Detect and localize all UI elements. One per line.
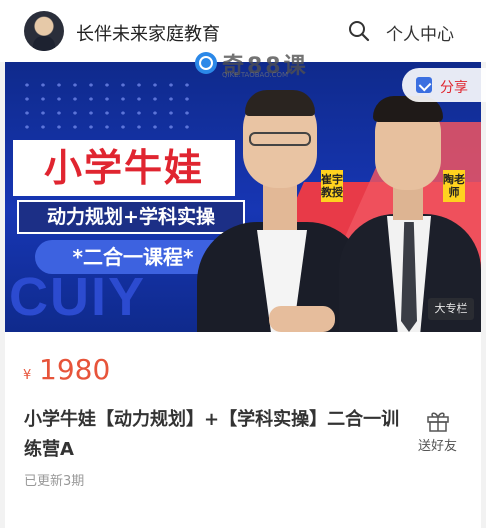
course-banner: CUIY 小学牛娃 动力规划+学科实操 *二合一课程* 崔宇教授 陶老师 <box>5 62 481 332</box>
banner-dot-pattern <box>19 78 189 138</box>
price-currency: ¥ <box>23 368 32 383</box>
banner-subtitle: 动力规划+学科实操 <box>17 200 245 234</box>
teacher-1-neck <box>263 182 297 230</box>
send-to-friend-button[interactable]: 送好友 <box>418 435 457 454</box>
banner-title: 小学牛娃 <box>13 140 235 196</box>
teacher-1-glasses <box>249 132 311 146</box>
teacher-tag-2: 陶老师 <box>443 170 465 202</box>
update-status: 已更新3期 <box>24 474 85 489</box>
share-icon[interactable] <box>416 77 432 93</box>
teacher-1-hands <box>269 306 335 332</box>
price-value: 1980 <box>39 353 111 386</box>
banner-background-text: CUIY <box>9 267 147 327</box>
product-title: 小学牛娃【动力规划】+【学科实操】二合一训练营A <box>24 409 400 460</box>
column-badge: 大专栏 <box>428 298 474 320</box>
teacher-1-hair <box>245 90 315 116</box>
shop-name[interactable]: 长伴未来家庭教育 <box>76 20 220 46</box>
shop-avatar[interactable] <box>24 11 64 51</box>
watermark-subtext: QIKE.TAOBAO.COM <box>222 71 289 79</box>
gift-icon[interactable] <box>426 410 450 432</box>
watermark-logo-icon <box>195 52 217 74</box>
search-icon[interactable] <box>348 20 370 42</box>
share-label[interactable]: 分享 <box>440 77 468 97</box>
teacher-tag-1: 崔宇教授 <box>321 170 343 202</box>
personal-center-link[interactable]: 个人中心 <box>386 20 454 45</box>
